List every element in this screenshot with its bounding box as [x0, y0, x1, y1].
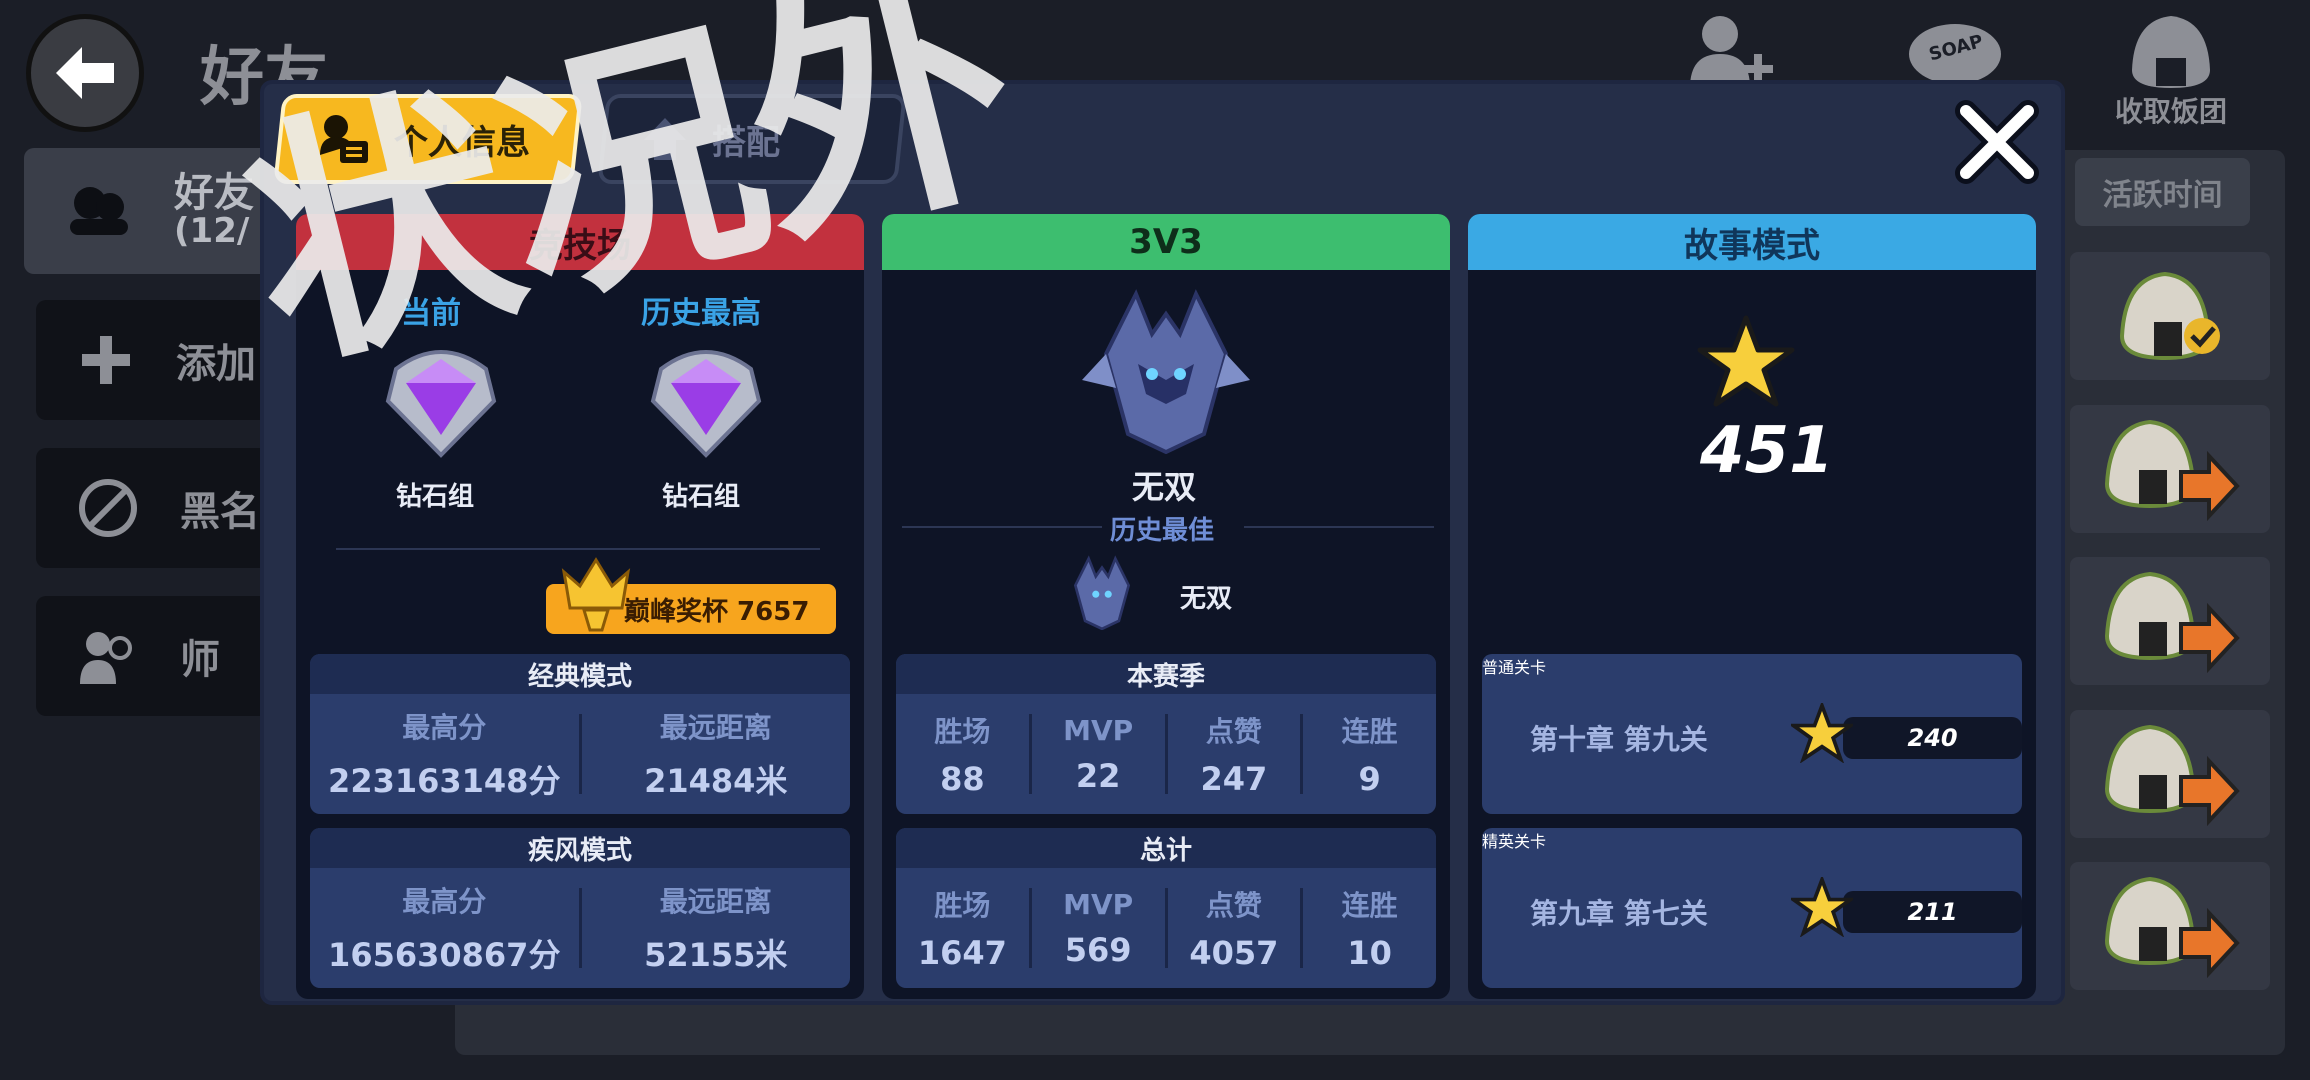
total-stars: 451: [1700, 414, 1834, 488]
add-label: 添加: [176, 341, 256, 387]
normal-stage-name: 第十章 第九关: [1530, 723, 1708, 756]
send-rice-ball-icon: [2104, 419, 2240, 522]
soap-icon: SOAP: [1909, 24, 2001, 84]
wushuang-rank-icon: [1082, 289, 1250, 454]
elite-stage-name: 第九章 第七关: [1530, 897, 1708, 930]
classic-mode-card: 经典模式 最高分 223163148分 最远距离 21484米: [310, 654, 850, 814]
best-label: 历史最高: [641, 296, 761, 331]
divider: [336, 548, 820, 550]
stat-wins: 胜场 1647: [896, 888, 1032, 972]
stat-high-score: 最高分 165630867分: [310, 885, 582, 974]
season-card: 本赛季 胜场 88 MVP 22 点赞 247 连胜 9: [896, 654, 1436, 814]
stat-mvp: MVP 22: [1032, 714, 1168, 795]
blacklist-label: 黑名: [180, 489, 260, 535]
plus-icon: [82, 336, 130, 384]
list-item[interactable]: [2070, 557, 2270, 685]
season-title: 本赛季: [896, 654, 1436, 694]
tab-personal-info-label: 个人信息: [394, 122, 530, 163]
close-button[interactable]: [1947, 92, 2047, 192]
send-rice-ball-icon: [2104, 571, 2240, 674]
peak-trophy-text: 巅峰奖杯 7657: [624, 596, 810, 627]
3v3-panel: 3V3 无双 历史最佳 无双 本赛季 胜场 88 MVP 22 点赞 247 连…: [882, 214, 1450, 999]
block-icon: [79, 479, 137, 537]
story-mode-header: 故事模式: [1468, 214, 2036, 270]
stat-streak: 连胜 10: [1341, 889, 1398, 972]
elite-stage-stars: 211: [1791, 877, 2022, 937]
divider: [902, 526, 1102, 528]
3v3-header: 3V3: [882, 214, 1450, 270]
tab-match-label: 搭配: [712, 122, 780, 163]
add-friend-icon: [1690, 16, 1773, 88]
friends-label: 好友: [174, 170, 254, 217]
collect-rice-ball-button[interactable]: 收取饭团: [2115, 10, 2227, 130]
elite-stage-title: 精英关卡: [1482, 832, 1547, 851]
mentor-icon: [80, 632, 132, 684]
add-friend-button[interactable]: [1680, 10, 1780, 90]
current-label: 当前: [401, 296, 461, 331]
star-icon: [1791, 877, 1854, 937]
elite-stage-card: 精英关卡 第九章 第七关 211: [1482, 828, 2022, 988]
story-mode-panel: 故事模式 451 普通关卡 第十章 第九关 240 精英关卡 第九章 第七关 2…: [1468, 214, 2036, 999]
friends-count: (12/: [174, 211, 250, 252]
total-title: 总计: [896, 828, 1436, 868]
mentor-label: 师: [180, 637, 220, 683]
arena-panel: 竞技场 当前 历史最高 钻石组 钻石组 巅峰奖杯 7657 经典模式 最高分 2…: [296, 214, 864, 999]
history-best-label: 历史最佳: [1110, 516, 1215, 546]
stat-likes: 点赞 4057: [1168, 888, 1304, 972]
outfit-icon: [644, 118, 686, 160]
stat-high-score: 最高分 223163148分: [310, 711, 582, 800]
normal-stage-card: 普通关卡 第十章 第九关 240: [1482, 654, 2022, 814]
trophy-icon: [561, 557, 631, 632]
send-rice-ball-icon: [2104, 724, 2240, 827]
close-icon: [1955, 100, 2039, 184]
diamond-rank-icon: [385, 350, 497, 458]
list-item[interactable]: [2070, 405, 2270, 533]
list-item[interactable]: [2070, 710, 2270, 838]
soap-button[interactable]: SOAP: [1905, 10, 2005, 90]
3v3-rank: 无双: [1132, 468, 1197, 506]
stat-farthest-distance: 最远距离 52155米: [644, 885, 788, 974]
send-rice-ball-icon: [2104, 876, 2240, 979]
rice-ball-icon: [2132, 16, 2210, 88]
divider: [1244, 526, 1434, 528]
star-icon: [1697, 315, 1795, 407]
stat-mvp: MVP 569: [1032, 888, 1168, 969]
diamond-rank-icon: [650, 350, 762, 458]
wind-mode-card: 疾风模式 最高分 165630867分 最远距离 52155米: [310, 828, 850, 988]
list-item[interactable]: [2070, 862, 2270, 990]
tab-match[interactable]: 搭配: [597, 94, 907, 184]
player-info-modal: 个人信息 搭配 竞技场 当前 历史最高 钻石组 钻石组 巅峰奖杯 7657 经典…: [260, 80, 2065, 1005]
classic-mode-title: 经典模式: [310, 654, 850, 694]
wushuang-small-icon: [1073, 555, 1131, 630]
friends-icon: [70, 187, 128, 235]
arena-header: 竞技场: [296, 214, 864, 270]
rice-ball-collected-icon: [2119, 271, 2220, 361]
3v3-best-rank: 无双: [1180, 584, 1233, 614]
tab-personal-info[interactable]: 个人信息: [273, 94, 583, 184]
stat-streak: 连胜 9: [1341, 715, 1398, 798]
profile-card-icon: [320, 115, 368, 163]
stat-likes: 点赞 247: [1168, 714, 1304, 798]
best-rank: 钻石组: [662, 482, 741, 512]
total-card: 总计 胜场 1647 MVP 569 点赞 4057 连胜 10: [896, 828, 1436, 988]
wind-mode-title: 疾风模式: [310, 828, 850, 868]
back-button[interactable]: [26, 14, 144, 132]
arrow-left-icon: [56, 47, 114, 99]
list-item[interactable]: [2070, 252, 2270, 380]
stat-wins: 胜场 88: [896, 714, 1032, 798]
collect-rice-ball-label: 收取饭团: [2115, 95, 2228, 128]
normal-stage-stars: 240: [1791, 703, 2022, 763]
normal-stage-title: 普通关卡: [1482, 658, 1547, 677]
current-rank: 钻石组: [396, 482, 475, 512]
star-icon: [1791, 703, 1854, 763]
active-time-header[interactable]: 活跃时间: [2075, 158, 2250, 226]
stat-farthest-distance: 最远距离 21484米: [644, 711, 788, 800]
